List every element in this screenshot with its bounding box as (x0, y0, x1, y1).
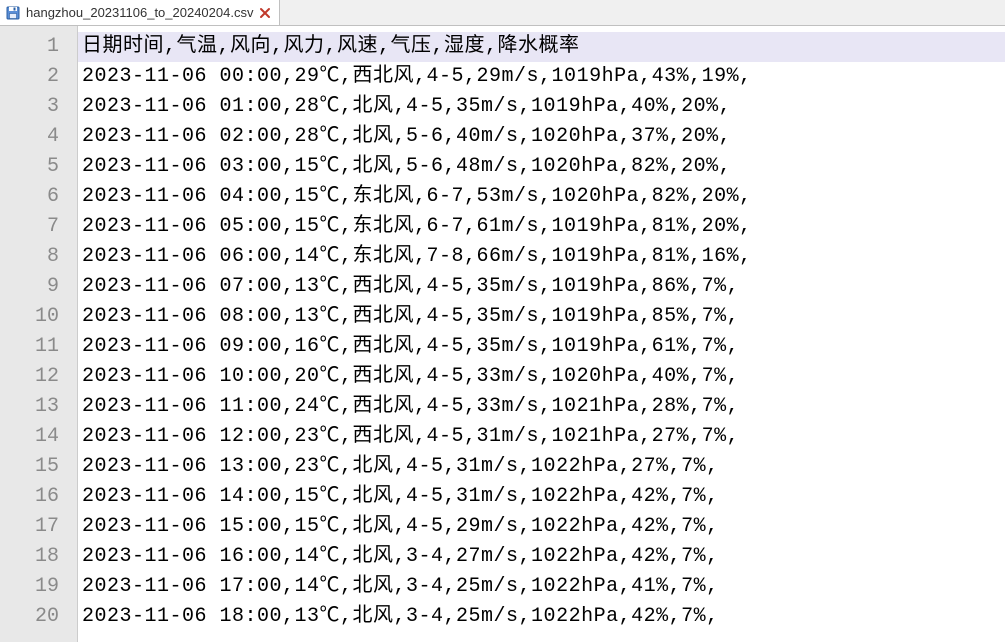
line-number: 7 (0, 212, 59, 242)
editor-area: 1 2 3 4 5 6 7 8 9 10 11 12 13 14 15 16 1… (0, 26, 1005, 642)
line-number: 12 (0, 362, 59, 392)
csv-row[interactable]: 2023-11-06 13:00,23℃,北风,4-5,31m/s,1022hP… (78, 452, 1005, 482)
csv-row[interactable]: 2023-11-06 16:00,14℃,北风,3-4,27m/s,1022hP… (78, 542, 1005, 572)
line-number: 3 (0, 92, 59, 122)
line-number: 4 (0, 122, 59, 152)
csv-row[interactable]: 2023-11-06 10:00,20℃,西北风,4-5,33m/s,1020h… (78, 362, 1005, 392)
line-number: 13 (0, 392, 59, 422)
tab-bar: hangzhou_20231106_to_20240204.csv (0, 0, 1005, 26)
csv-row[interactable]: 2023-11-06 05:00,15℃,东北风,6-7,61m/s,1019h… (78, 212, 1005, 242)
csv-row[interactable]: 2023-11-06 18:00,13℃,北风,3-4,25m/s,1022hP… (78, 602, 1005, 632)
save-icon (6, 6, 20, 20)
line-number: 10 (0, 302, 59, 332)
csv-row[interactable]: 2023-11-06 06:00,14℃,东北风,7-8,66m/s,1019h… (78, 242, 1005, 272)
csv-row[interactable]: 2023-11-06 04:00,15℃,东北风,6-7,53m/s,1020h… (78, 182, 1005, 212)
close-icon[interactable] (259, 7, 271, 19)
line-number: 1 (0, 32, 59, 62)
line-number-gutter: 1 2 3 4 5 6 7 8 9 10 11 12 13 14 15 16 1… (0, 26, 78, 642)
csv-row[interactable]: 2023-11-06 03:00,15℃,北风,5-6,48m/s,1020hP… (78, 152, 1005, 182)
file-tab[interactable]: hangzhou_20231106_to_20240204.csv (0, 0, 280, 25)
csv-row[interactable]: 2023-11-06 01:00,28℃,北风,4-5,35m/s,1019hP… (78, 92, 1005, 122)
editor-content[interactable]: 日期时间,气温,风向,风力,风速,气压,湿度,降水概率 2023-11-06 0… (78, 26, 1005, 642)
csv-header-row[interactable]: 日期时间,气温,风向,风力,风速,气压,湿度,降水概率 (78, 32, 1005, 62)
line-number: 18 (0, 542, 59, 572)
line-number: 16 (0, 482, 59, 512)
csv-row[interactable]: 2023-11-06 07:00,13℃,西北风,4-5,35m/s,1019h… (78, 272, 1005, 302)
csv-row[interactable]: 2023-11-06 09:00,16℃,西北风,4-5,35m/s,1019h… (78, 332, 1005, 362)
line-number: 19 (0, 572, 59, 602)
line-number: 2 (0, 62, 59, 92)
line-number: 20 (0, 602, 59, 632)
line-number: 15 (0, 452, 59, 482)
csv-row[interactable]: 2023-11-06 14:00,15℃,北风,4-5,31m/s,1022hP… (78, 482, 1005, 512)
csv-row[interactable]: 2023-11-06 08:00,13℃,西北风,4-5,35m/s,1019h… (78, 302, 1005, 332)
csv-row[interactable]: 2023-11-06 17:00,14℃,北风,3-4,25m/s,1022hP… (78, 572, 1005, 602)
line-number: 11 (0, 332, 59, 362)
csv-row[interactable]: 2023-11-06 00:00,29℃,西北风,4-5,29m/s,1019h… (78, 62, 1005, 92)
line-number: 5 (0, 152, 59, 182)
line-number: 9 (0, 272, 59, 302)
line-number: 8 (0, 242, 59, 272)
csv-row[interactable]: 2023-11-06 02:00,28℃,北风,5-6,40m/s,1020hP… (78, 122, 1005, 152)
line-number: 6 (0, 182, 59, 212)
csv-row[interactable]: 2023-11-06 15:00,15℃,北风,4-5,29m/s,1022hP… (78, 512, 1005, 542)
line-number: 17 (0, 512, 59, 542)
csv-row[interactable]: 2023-11-06 11:00,24℃,西北风,4-5,33m/s,1021h… (78, 392, 1005, 422)
tab-filename: hangzhou_20231106_to_20240204.csv (26, 5, 253, 20)
csv-row[interactable]: 2023-11-06 12:00,23℃,西北风,4-5,31m/s,1021h… (78, 422, 1005, 452)
line-number: 14 (0, 422, 59, 452)
